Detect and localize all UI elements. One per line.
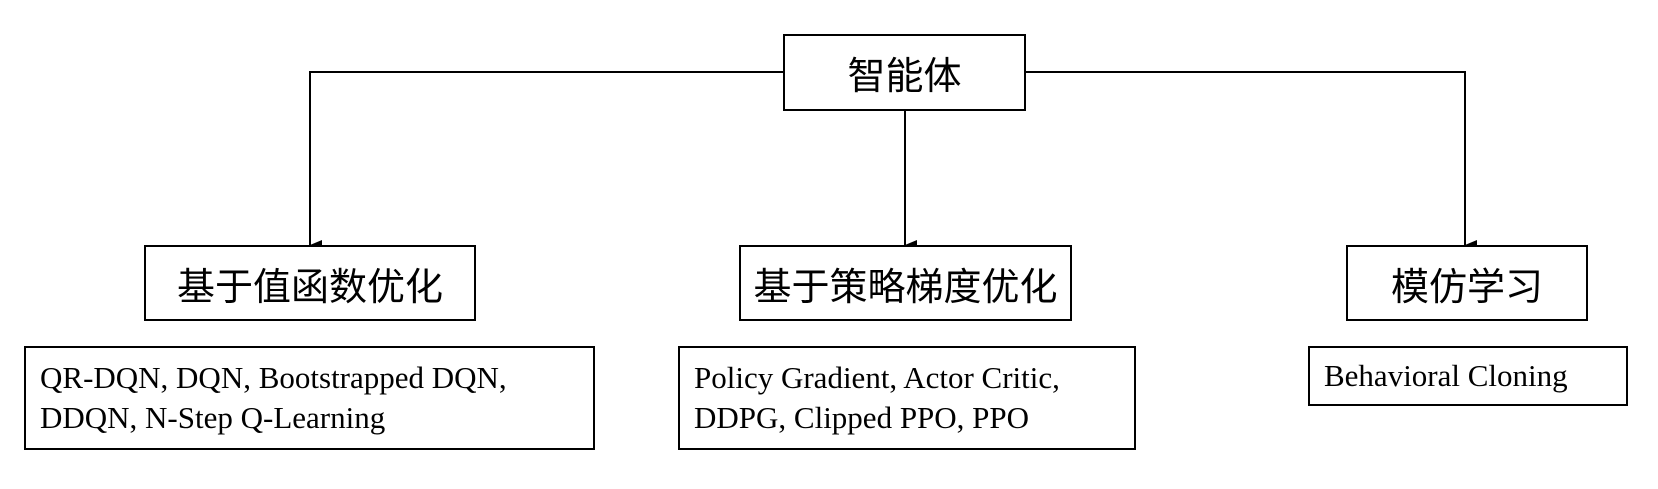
algorithm-line: Policy Gradient, Actor Critic, [694, 360, 1060, 395]
connector-root-to-imitation [1026, 71, 1477, 250]
algorithm-line: DDQN, N-Step Q-Learning [40, 400, 386, 435]
algorithms-policy-gradient: Policy Gradient, Actor Critic, DDPG, Cli… [678, 346, 1136, 450]
category-value-based-label: 基于值函数优化 [176, 264, 443, 309]
connector-root-to-value [309, 71, 783, 250]
category-imitation-label: 模仿学习 [1390, 264, 1543, 309]
algorithms-imitation: Behavioral Cloning [1308, 346, 1628, 406]
category-imitation: 模仿学习 [1346, 245, 1588, 321]
category-policy-gradient: 基于策略梯度优化 [739, 245, 1072, 321]
category-value-based: 基于值函数优化 [144, 245, 476, 321]
root-node-label: 智能体 [847, 54, 962, 98]
category-policy-gradient-label: 基于策略梯度优化 [753, 264, 1058, 309]
algorithm-line: Behavioral Cloning [1324, 358, 1568, 393]
algorithm-line: QR-DQN, DQN, Bootstrapped DQN, [40, 360, 507, 395]
algorithm-line: DDPG, Clipped PPO, PPO [694, 400, 1030, 435]
root-node: 智能体 [783, 34, 1026, 111]
algorithms-value-based: QR-DQN, DQN, Bootstrapped DQN, DDQN, N-S… [24, 346, 595, 450]
